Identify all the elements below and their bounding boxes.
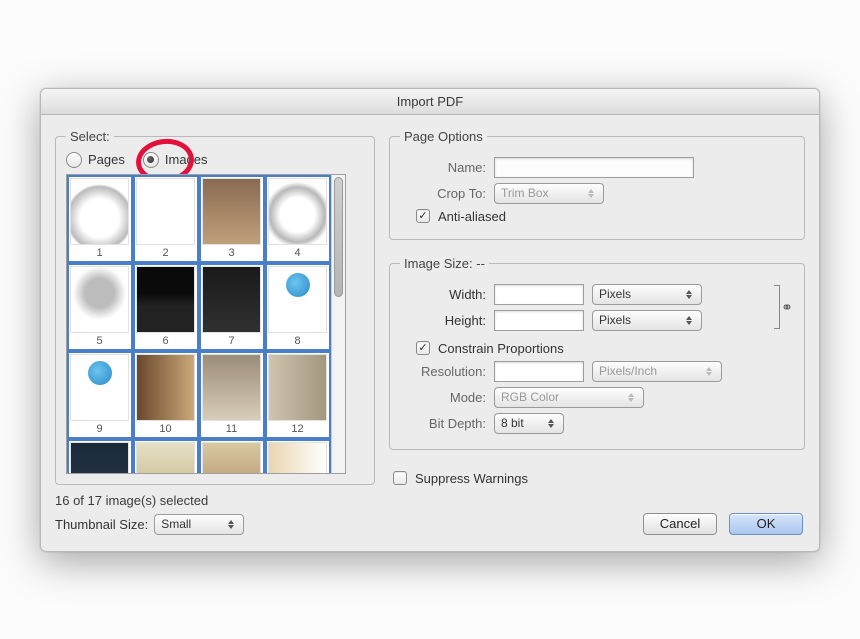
thumbnail-number: 2 (136, 247, 195, 259)
ok-button[interactable]: OK (729, 513, 803, 535)
mode-select[interactable]: RGB Color (494, 387, 644, 408)
thumbnail-size-value: Small (161, 517, 191, 531)
height-field[interactable] (494, 310, 584, 331)
suppress-warnings-checkbox[interactable] (393, 471, 407, 485)
scrollbar-thumb[interactable] (334, 177, 343, 297)
resolution-unit-value: Pixels/Inch (599, 364, 657, 378)
resolution-label: Resolution: (400, 364, 486, 379)
crop-to-label: Crop To: (400, 186, 486, 201)
thumbnail-item[interactable]: 11 (199, 351, 265, 439)
import-pdf-dialog: Import PDF Select: Pages Images 1 2 3 (40, 88, 820, 552)
thumbnail-item[interactable]: 12 (265, 351, 331, 439)
thumbnail-grid[interactable]: 1 2 3 4 5 6 7 8 9 10 11 12 (66, 174, 346, 474)
crop-to-value: Trim Box (501, 186, 549, 200)
bit-depth-value: 8 bit (501, 416, 524, 430)
select-legend: Select: (66, 129, 114, 144)
thumbnail-item[interactable] (199, 439, 265, 474)
thumbnail-item[interactable]: 5 (67, 263, 133, 351)
thumbnail-number: 7 (202, 335, 261, 347)
thumbnail-number: 4 (268, 247, 327, 259)
thumbnail-item[interactable] (67, 439, 133, 474)
name-field[interactable] (494, 157, 694, 178)
bit-depth-label: Bit Depth: (400, 416, 486, 431)
constrain-link-icon[interactable]: ⚭ (780, 299, 794, 316)
width-field[interactable] (494, 284, 584, 305)
thumbnail-number: 1 (70, 247, 129, 259)
width-unit-select[interactable]: Pixels (592, 284, 702, 305)
select-arrows-icon (683, 316, 695, 325)
selection-status: 16 of 17 image(s) selected (55, 493, 375, 508)
window-title: Import PDF (41, 89, 819, 115)
page-options-legend: Page Options (400, 129, 487, 144)
thumbnail-number: 3 (202, 247, 261, 259)
thumbnail-item[interactable] (133, 439, 199, 474)
thumbnail-size-select[interactable]: Small (154, 514, 244, 535)
resolution-field[interactable] (494, 361, 584, 382)
height-unit-select[interactable]: Pixels (592, 310, 702, 331)
thumbnail-item[interactable]: 10 (133, 351, 199, 439)
thumbnail-item[interactable] (265, 439, 331, 474)
thumbnail-number: 5 (70, 335, 129, 347)
thumbnail-item[interactable]: 2 (133, 175, 199, 263)
thumbnail-item[interactable]: 6 (133, 263, 199, 351)
resolution-unit-select[interactable]: Pixels/Inch (592, 361, 722, 382)
thumbnail-size-label: Thumbnail Size: (55, 517, 148, 532)
thumbnail-number: 12 (268, 423, 327, 435)
thumbnail-item[interactable]: 3 (199, 175, 265, 263)
height-label: Height: (400, 313, 486, 328)
images-radio[interactable] (143, 152, 159, 168)
anti-aliased-checkbox[interactable] (416, 209, 430, 223)
thumbnail-item[interactable]: 8 (265, 263, 331, 351)
select-arrows-icon (585, 189, 597, 198)
height-unit-value: Pixels (599, 313, 631, 327)
width-label: Width: (400, 287, 486, 302)
select-arrows-icon (703, 367, 715, 376)
thumbnail-item[interactable]: 7 (199, 263, 265, 351)
select-arrows-icon (683, 290, 695, 299)
pages-radio[interactable] (66, 152, 82, 168)
crop-to-select[interactable]: Trim Box (494, 183, 604, 204)
thumbnail-item[interactable]: 4 (265, 175, 331, 263)
images-radio-label: Images (165, 152, 208, 167)
link-bracket-icon (774, 285, 780, 329)
select-arrows-icon (545, 419, 557, 428)
select-group: Select: Pages Images 1 2 3 4 5 6 (55, 129, 375, 485)
page-options-group: Page Options Name: Crop To: Trim Box Ant… (389, 129, 805, 240)
constrain-proportions-label: Constrain Proportions (438, 341, 564, 356)
bit-depth-select[interactable]: 8 bit (494, 413, 564, 434)
name-label: Name: (400, 160, 486, 175)
thumbnail-item[interactable]: 9 (67, 351, 133, 439)
pages-radio-label: Pages (88, 152, 125, 167)
thumbnail-number: 9 (70, 423, 129, 435)
select-arrows-icon (625, 393, 637, 402)
thumbnail-scrollbar[interactable] (331, 175, 345, 473)
thumbnail-number: 6 (136, 335, 195, 347)
width-unit-value: Pixels (599, 287, 631, 301)
mode-label: Mode: (400, 390, 486, 405)
image-size-group: Image Size: -- Width: Pixels Heigh (389, 256, 805, 450)
anti-aliased-label: Anti-aliased (438, 209, 506, 224)
thumbnail-number: 10 (136, 423, 195, 435)
cancel-button[interactable]: Cancel (643, 513, 717, 535)
mode-value: RGB Color (501, 390, 559, 404)
constrain-proportions-checkbox[interactable] (416, 341, 430, 355)
thumbnail-item[interactable]: 1 (67, 175, 133, 263)
select-arrows-icon (225, 520, 237, 529)
thumbnail-number: 11 (202, 423, 261, 435)
suppress-warnings-label: Suppress Warnings (415, 471, 528, 486)
image-size-legend: Image Size: -- (400, 256, 489, 271)
thumbnail-number: 8 (268, 335, 327, 347)
